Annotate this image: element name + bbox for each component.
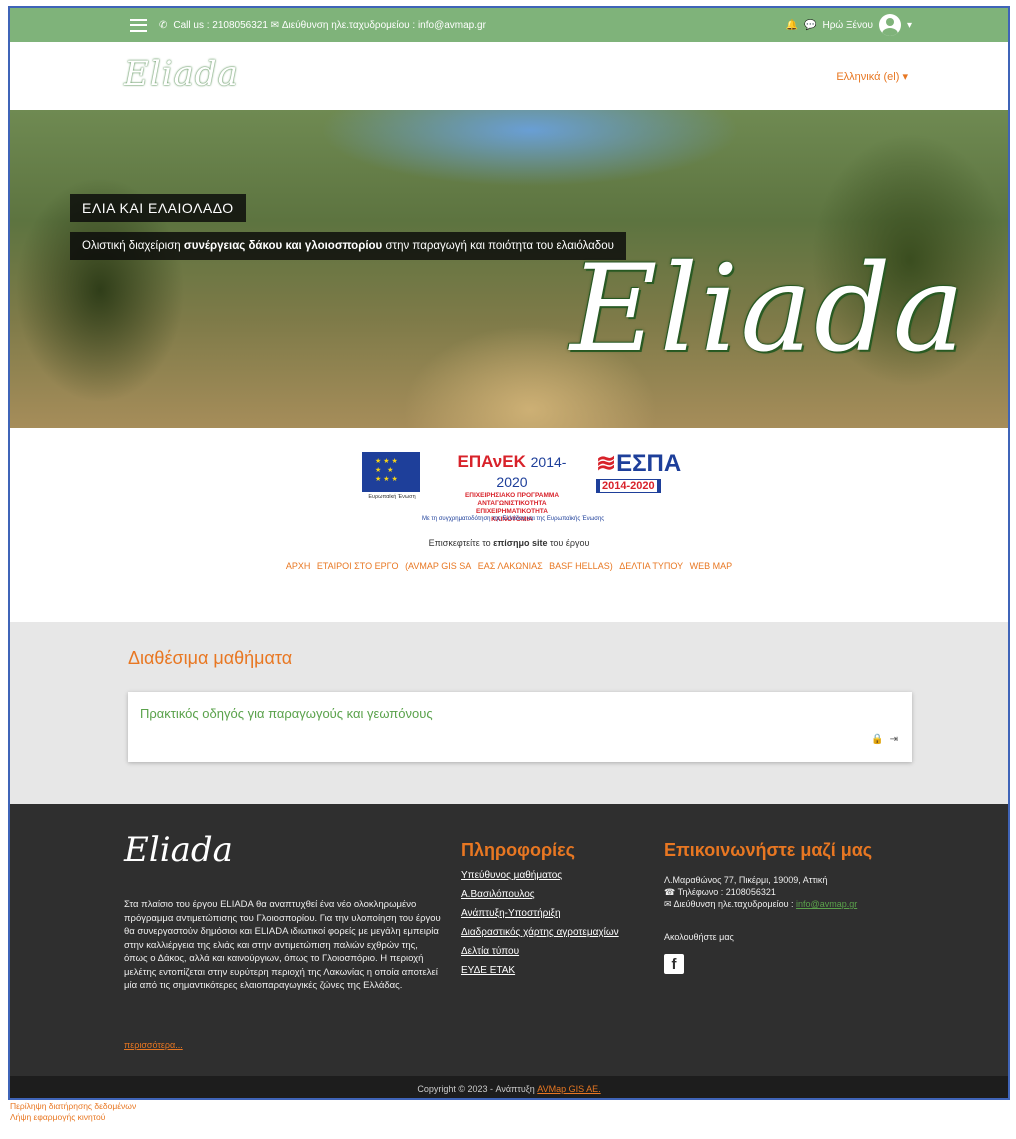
course-icons: 🔒 ⇥ — [871, 734, 898, 745]
nav-link-press[interactable]: ΔΕΛΤΙΑ ΤΥΠΟΥ — [619, 561, 683, 571]
espa-years: 2014-2020 — [600, 480, 657, 492]
email-link[interactable]: info@avmap.gr — [796, 899, 857, 909]
cofund-caption: Με τη συγχρηματοδότηση της Ελλάδας και τ… — [422, 516, 605, 522]
epanek-line: ΕΠΙΧΕΙΡΗΣΙΑΚΟ ΠΡΟΓΡΑΜΜΑ — [464, 492, 560, 499]
eu-caption: Ευρωπαϊκή Ένωση — [368, 494, 416, 500]
company-link[interactable]: AVMap GIS AE. — [537, 1084, 600, 1094]
message-icon[interactable]: 💬 — [804, 20, 816, 31]
nav-link-avmap[interactable]: (AVMAP GIS SA — [405, 561, 471, 571]
data-retention-link[interactable]: Περίληψη διατήρησης δεδομένων — [10, 1101, 136, 1112]
courses-heading: Διαθέσιμα μαθήματα — [128, 648, 293, 668]
info-link[interactable]: Διαδραστικός χάρτης αγροτεμαχίων — [461, 927, 619, 938]
epanek-title: ΕΠΑνΕΚ — [457, 452, 526, 471]
phone-icon: ✆ — [159, 19, 168, 31]
bell-icon[interactable]: 🔔 — [786, 20, 798, 31]
nav-link-eas[interactable]: ΕΑΣ ΛΑΚΩΝΙΑΣ — [478, 561, 543, 571]
eu-flag-icon — [362, 452, 420, 492]
user-name[interactable]: Ηρώ Ξένου — [822, 20, 872, 31]
top-bar-left: ✆ Call us : 2108056321 ✉ Διεύθυνση ηλε.τ… — [130, 8, 486, 42]
follow-us-label: Ακολουθήστε μας — [664, 932, 734, 942]
top-bar-right: 🔔 💬 Ηρώ Ξένου ▾ — [786, 8, 912, 42]
visit-text: Επισκεφτείτε το επίσημο site του έργου — [10, 538, 1008, 548]
mail-icon: ✉ — [664, 899, 674, 909]
visit-bold: επίσημο site — [493, 538, 548, 548]
project-nav-links: ΑΡΧΗ ΕΤΑΙΡΟΙ ΣΤΟ ΕΡΓΟ (AVMAP GIS SA ΕΑΣ … — [10, 561, 1008, 571]
copyright-text: Copyright © 2023 - Ανάπτυξη — [417, 1084, 538, 1094]
info-links: Υπεύθυνος μαθήματος Α.Βασιλόπουλος Ανάπτ… — [461, 870, 619, 976]
info-link[interactable]: Ανάπτυξη-Υποστήριξη — [461, 908, 619, 919]
mobile-app-link[interactable]: Λήψη εφαρμογής κινητού — [10, 1112, 136, 1123]
info-link[interactable]: Α.Βασιλόπουλος — [461, 889, 619, 900]
below-page-links: Περίληψη διατήρησης δεδομένων Λήψη εφαρμ… — [10, 1101, 136, 1123]
top-bar: ✆ Call us : 2108056321 ✉ Διεύθυνση ηλε.τ… — [10, 8, 1008, 42]
nav-link-partners[interactable]: ΕΤΑΙΡΟΙ ΣΤΟ ΕΡΓΟ — [317, 561, 399, 571]
address-text: Λ.Μαραθώνος 77, Πικέρμι, 19009, Αττική — [664, 875, 828, 885]
epanek-line: ΑΝΤΑΓΩΝΙΣΤΙΚΟΤΗΤΑ — [477, 500, 547, 507]
visit-post: του έργου — [547, 538, 590, 548]
visit-pre: Επισκεφτείτε το — [428, 538, 494, 548]
espa-logo: ≋ΕΣΠΑ 2014-2020 — [596, 452, 682, 494]
site-logo[interactable]: Eliada — [124, 54, 239, 94]
hero-subtitle: Ολιστική διαχείριση συνέργειας δάκου και… — [70, 232, 626, 260]
hero-subtitle-bold: συνέργειας δάκου και γλοιοσπορίου — [183, 240, 383, 252]
chevron-down-icon[interactable]: ▾ — [907, 20, 912, 31]
sponsor-logos: Ευρωπαϊκή Ένωση ΕΠΑνΕΚ 2014-2020 ΕΠΙΧΕΙΡ… — [362, 452, 682, 524]
nav-link-webmap[interactable]: WEB MAP — [690, 561, 733, 571]
nav-link-basf[interactable]: BASF HELLAS) — [549, 561, 613, 571]
info-link[interactable]: ΕΥΔΕ ΕΤΑΚ — [461, 965, 619, 976]
course-card: Πρακτικός οδηγός για παραγωγούς και γεωπ… — [128, 692, 912, 762]
facebook-icon[interactable]: f — [664, 954, 684, 974]
contact-info: Call us : 2108056321 ✉ Διεύθυνση ηλε.ταχ… — [173, 19, 486, 31]
page-frame: ✆ Call us : 2108056321 ✉ Διεύθυνση ηλε.τ… — [8, 6, 1010, 1100]
language-selector[interactable]: Ελληνικά (el) ▾ — [836, 70, 908, 83]
footer: Eliada Στα πλαίσιο του έργου ELIADA θα α… — [10, 804, 1008, 1076]
hero-title: ΕΛΙΑ ΚΑΙ ΕΛΑΙΟΛΑΔΟ — [70, 194, 246, 222]
enter-icon: ⇥ — [889, 734, 898, 745]
footer-about-text: Στα πλαίσιο του έργου ELIADA θα αναπτυχθ… — [124, 899, 441, 991]
copyright-bar: Copyright © 2023 - Ανάπτυξη AVMap GIS AE… — [10, 1076, 1008, 1098]
course-link[interactable]: Πρακτικός οδηγός για παραγωγούς και γεωπ… — [140, 706, 433, 721]
info-link[interactable]: Υπεύθυνος μαθήματος — [461, 870, 619, 881]
info-link[interactable]: Δελτία τύπου — [461, 946, 619, 957]
epanek-line: ΕΠΙΧΕΙΡΗΜΑΤΙΚΟΤΗΤΑ — [476, 508, 548, 515]
avatar[interactable] — [878, 14, 901, 36]
hero-subtitle-pre: Ολιστική διαχείριση — [82, 240, 184, 252]
hero-banner: ΕΛΙΑ ΚΑΙ ΕΛΑΙΟΛΑΔΟ Ολιστική διαχείριση σ… — [10, 110, 1008, 428]
contact-heading: Επικοινωνήστε μαζί μας — [664, 840, 873, 860]
email-label: Διεύθυνση ηλε.ταχυδρομείου : — [673, 899, 797, 909]
phone-text: Τηλέφωνο : 2108056321 — [677, 887, 776, 897]
espa-swoosh-icon: ≋ — [596, 450, 617, 477]
contact-details: Λ.Μαραθώνος 77, Πικέρμι, 19009, Αττική ☎… — [664, 874, 857, 910]
espa-title: ΕΣΠΑ — [616, 450, 682, 477]
read-more-link[interactable]: περισσότερα... — [124, 1040, 183, 1050]
epanek-logo: ΕΠΑνΕΚ 2014-2020 ΕΠΙΧΕΙΡΗΣΙΑΚΟ ΠΡΟΓΡΑΜΜΑ… — [442, 452, 582, 524]
footer-logo: Eliada — [124, 830, 233, 870]
menu-icon[interactable] — [130, 18, 147, 32]
hero-logo: Eliada — [570, 240, 967, 379]
lock-icon: 🔒 — [871, 734, 884, 745]
phone-icon: ☎ — [664, 887, 678, 897]
header: Eliada Ελληνικά (el) ▾ — [10, 42, 1008, 110]
available-courses-section: Διαθέσιμα μαθήματα Πρακτικός οδηγός για … — [10, 622, 1008, 804]
nav-link-home[interactable]: ΑΡΧΗ — [286, 561, 311, 571]
info-heading: Πληροφορίες — [461, 840, 576, 860]
